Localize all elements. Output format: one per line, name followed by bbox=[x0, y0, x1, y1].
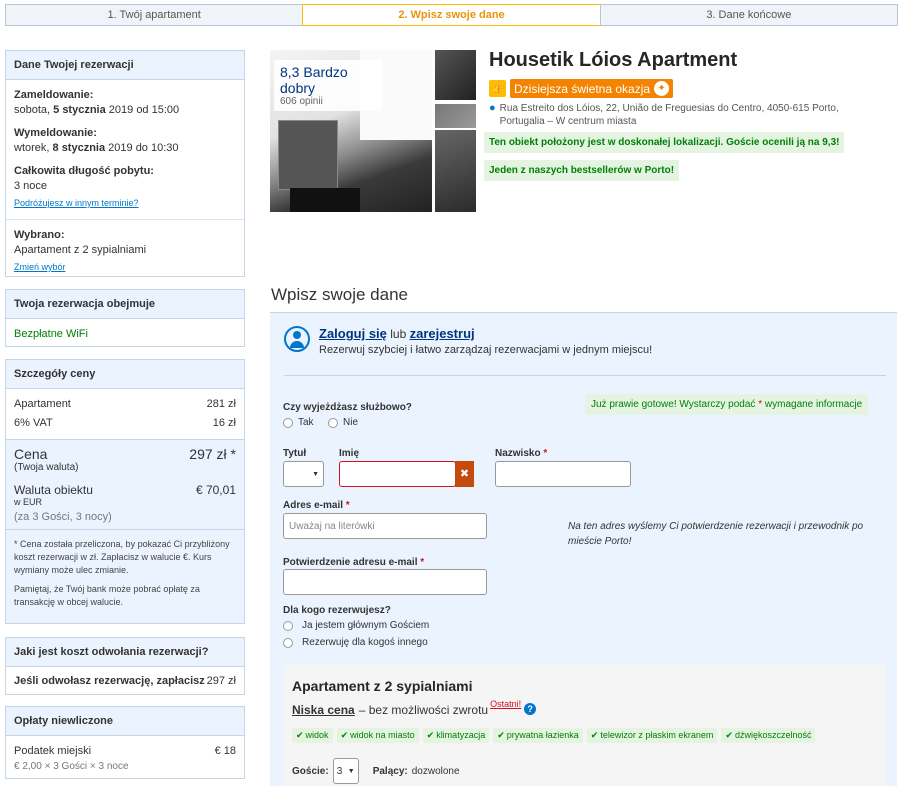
business-trip-no[interactable]: Nie bbox=[328, 417, 358, 428]
login-link[interactable]: Zaloguj się bbox=[319, 326, 387, 341]
facility-tag: ✔ prywatna łazienka bbox=[493, 728, 583, 743]
currency-note: * Cena została przeliczona, by pokazać C… bbox=[14, 539, 230, 575]
form-divider bbox=[284, 375, 886, 376]
checkin-label: Zameldowanie: bbox=[14, 89, 94, 101]
price-row-vat: 6% VAT 16 zł bbox=[14, 417, 236, 429]
stay-length-label: Całkowita długość pobytu: bbox=[14, 165, 154, 177]
email-hint: Na ten adres wyślemy Ci potwierdzenie re… bbox=[568, 521, 864, 547]
guests-select[interactable]: 3 ▼ bbox=[332, 758, 359, 784]
radio-icon[interactable] bbox=[328, 417, 338, 428]
checkout-value: wtorek, 8 stycznia 2019 do 10:30 bbox=[14, 142, 179, 154]
smoking-label: Palący: bbox=[372, 765, 408, 777]
reservation-details-box: Dane Twojej rezerwacji Zameldowanie: sob… bbox=[5, 50, 245, 277]
hotel-thumbnail-photo[interactable] bbox=[435, 50, 476, 100]
firstname-label: Imię bbox=[339, 448, 360, 459]
excluded-fees-box: Opłaty niewliczone Podatek miejski € 18 €… bbox=[5, 706, 245, 779]
guests-label: Goście: bbox=[292, 765, 329, 777]
booking-for-me[interactable]: Ja jestem głównym Gościem bbox=[283, 620, 429, 631]
title-label: Tytuł bbox=[283, 448, 307, 459]
reservation-details-title: Dane Twojej rezerwacji bbox=[6, 51, 244, 80]
total-price: Cena (Twoja waluta) 297 zł * bbox=[14, 446, 236, 473]
cancellation-fee: Jeśli odwołasz rezerwację, zapłacisz 297 … bbox=[14, 675, 236, 687]
room-facilities: ✔ widok ✔ widok na miasto ✔ klimatyzacja ✔ p… bbox=[292, 728, 816, 743]
hotel-thumbnail-photo[interactable] bbox=[435, 104, 476, 128]
facility-tag: ✔ klimatyzacja bbox=[422, 728, 490, 743]
radio-icon[interactable] bbox=[283, 637, 293, 648]
room-title: Apartament z 2 sypialniami bbox=[292, 678, 473, 694]
location-highlight: Ten obiekt położony jest w doskonałej lo… bbox=[484, 132, 845, 153]
facility-tag: ✔ telewizor z płaskim ekranem bbox=[586, 728, 718, 743]
hotel-name: Housetik Lóios Apartment bbox=[489, 49, 738, 71]
facility-tag: ✔ widok bbox=[292, 728, 333, 743]
excluded-fees-title: Opłaty niewliczone bbox=[6, 707, 244, 736]
checkin-value: sobota, 5 stycznia 2019 od 15:00 bbox=[14, 104, 180, 116]
smoking-value: dozwolone bbox=[411, 765, 460, 777]
city-tax: Podatek miejski € 18 bbox=[14, 745, 236, 757]
step-your-details: 2. Wpisz swoje dane bbox=[302, 4, 601, 26]
email-confirm-input[interactable] bbox=[283, 569, 487, 595]
error-icon: ✖ bbox=[455, 461, 474, 487]
rate-name[interactable]: Niska cena bbox=[292, 703, 355, 717]
radio-icon[interactable] bbox=[283, 417, 293, 428]
business-trip-yes[interactable]: Tak bbox=[283, 417, 314, 428]
required-info-note: Już prawie gotowe! Wystarczy podać * wym… bbox=[585, 394, 869, 415]
price-row-apartment: Apartament 281 zł bbox=[14, 398, 236, 410]
price-details-title: Szczegóły ceny bbox=[6, 360, 244, 389]
reservation-includes-box: Twoja rezerwacja obejmuje Bezpłatne WiFi bbox=[5, 289, 245, 347]
step-final-details: 3. Dane końcowe bbox=[599, 4, 898, 26]
guests-nights-note: (za 3 Gości, 3 nocy) bbox=[14, 511, 112, 523]
rating-overlay: 8,3 Bardzo dobry 606 opinii bbox=[274, 60, 382, 111]
hotel-address: ● Rua Estreito dos Lóios, 22, União de F… bbox=[489, 102, 839, 127]
email-input[interactable]: Uważaj na literówki bbox=[283, 513, 487, 539]
price-details-box: Szczegóły ceny Apartament 281 zł 6% VAT 16… bbox=[5, 359, 245, 624]
login-prompt: Zaloguj się lub zarejestruj Rezerwuj szy… bbox=[284, 326, 652, 356]
bestseller-highlight: Jeden z naszych bestsellerów w Porto! bbox=[484, 160, 680, 181]
free-wifi-item: Bezpłatne WiFi bbox=[14, 328, 88, 340]
login-subtitle: Rezerwuj szybciej i łatwo zarządzaj reze… bbox=[319, 344, 653, 356]
cancellation-title: Jaki jest koszt odwołania rezerwacji? bbox=[6, 638, 244, 667]
facility-tag: ✔ widok na miasto bbox=[336, 728, 419, 743]
lastname-label: Nazwisko * bbox=[495, 448, 548, 459]
firstname-input[interactable] bbox=[339, 461, 456, 487]
title-select[interactable]: ▼ bbox=[283, 461, 324, 487]
lastname-input[interactable] bbox=[495, 461, 631, 487]
city-tax-calc: € 2,00 × 3 Gości × 3 noce bbox=[14, 761, 129, 772]
property-currency: Waluta obiektu w EUR € 70,01 bbox=[14, 483, 236, 507]
register-link[interactable]: zarejestruj bbox=[410, 326, 475, 341]
review-count: 606 opinii bbox=[280, 96, 323, 107]
chosen-label: Wybrano: bbox=[14, 229, 65, 241]
form-title: Wpisz swoje dane bbox=[271, 285, 409, 304]
deal-badges: 👍 Dzisiejsza świetna okazja ✦ bbox=[489, 79, 674, 98]
location-pin-icon: ● bbox=[489, 102, 496, 114]
user-icon bbox=[284, 326, 310, 352]
booking-for-other[interactable]: Rezerwuję dla kogoś innego bbox=[283, 637, 428, 648]
hotel-thumbnail-photo[interactable] bbox=[435, 130, 476, 212]
chosen-value: Apartament z 2 sypialniami bbox=[14, 244, 147, 256]
guests-row: Goście: 3 ▼ Palący: dozwolone bbox=[292, 758, 460, 784]
checkout-label: Wymeldowanie: bbox=[14, 127, 97, 139]
rating-score: 8,3 Bardzo dobry bbox=[280, 64, 348, 96]
reservation-includes-title: Twoja rezerwacja obejmuje bbox=[6, 290, 244, 319]
help-icon[interactable]: ? bbox=[524, 703, 537, 715]
facility-tag: ✔ dźwiękoszczelność bbox=[721, 728, 816, 743]
cancellation-box: Jaki jest koszt odwołania rezerwacji? Je… bbox=[5, 637, 245, 695]
other-dates-link[interactable]: Podróżujesz w innym terminie? bbox=[14, 198, 139, 208]
email-confirm-label: Potwierdzenie adresu e-mail * bbox=[283, 557, 425, 568]
stay-length-value: 3 noce bbox=[14, 180, 48, 192]
bank-fee-note: Pamiętaj, że Twój bank może pobrać opłat… bbox=[14, 584, 200, 607]
booking-for-question: Dla kogo rezerwujesz? bbox=[283, 605, 391, 616]
chevron-down-icon: ▼ bbox=[347, 767, 355, 775]
step-apartment[interactable]: 1. Twój apartament bbox=[5, 4, 304, 26]
change-selection-link[interactable]: Zmień wybór bbox=[14, 262, 66, 272]
email-label: Adres e-mail * bbox=[283, 500, 350, 511]
thumbs-up-icon: 👍 bbox=[489, 80, 506, 97]
rate-row: Niska cena – bez możliwości zwrotu Ostat… bbox=[292, 699, 537, 717]
deal-info-icon: ✦ bbox=[654, 81, 670, 96]
radio-icon[interactable] bbox=[283, 620, 293, 631]
booking-steps: 1. Twój apartament 2. Wpisz swoje dane 3… bbox=[5, 4, 898, 26]
last-room-badge: Ostatni! bbox=[490, 699, 522, 709]
business-trip-question: Czy wyjeżdżasz służbowo? bbox=[283, 402, 412, 413]
chevron-down-icon: ▼ bbox=[312, 470, 319, 478]
todays-deal-badge: Dzisiejsza świetna okazja ✦ bbox=[510, 79, 674, 98]
